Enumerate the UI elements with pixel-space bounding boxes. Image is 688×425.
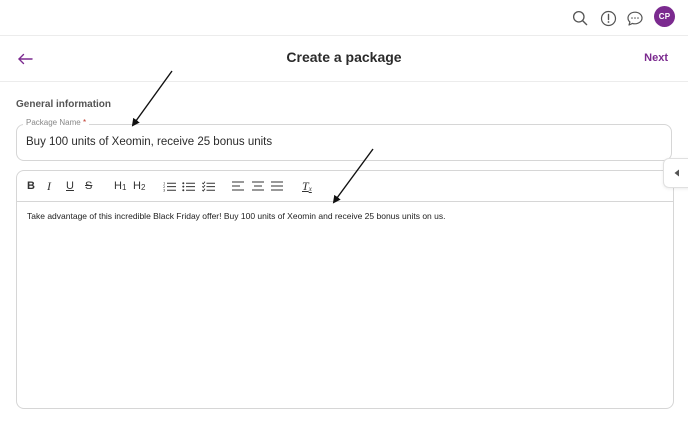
package-name-input[interactable]: Buy 100 units of Xeomin, receive 25 bonu…: [26, 136, 272, 148]
align-left-icon: [232, 181, 244, 191]
section-title: General information: [16, 99, 112, 110]
package-name-field[interactable]: Package Name * Buy 100 units of Xeomin, …: [16, 118, 672, 161]
side-panel-toggle[interactable]: [663, 158, 688, 188]
required-marker: *: [82, 118, 87, 127]
bold-button[interactable]: B: [27, 179, 35, 193]
alert-icon[interactable]: [598, 8, 618, 28]
next-button[interactable]: Next: [644, 52, 668, 64]
svg-text:3: 3: [163, 188, 165, 191]
page-title: Create a package: [286, 49, 402, 65]
editor-toolbar: B I U S H1 H2 123 Tx: [17, 171, 673, 202]
checklist-icon: [202, 180, 215, 192]
underline-button[interactable]: U: [66, 179, 74, 193]
description-editor[interactable]: B I U S H1 H2 123 Tx Take advantage of t…: [16, 170, 674, 409]
heading1-button[interactable]: H1: [114, 179, 126, 193]
editor-content[interactable]: Take advantage of this incredible Black …: [27, 211, 445, 221]
strikethrough-button[interactable]: S: [85, 179, 92, 193]
align-left-button[interactable]: [232, 179, 244, 193]
align-center-icon: [252, 181, 264, 191]
avatar[interactable]: CP: [654, 6, 675, 27]
bullet-list-button[interactable]: [182, 179, 195, 193]
search-icon[interactable]: [570, 8, 590, 28]
caret-left-icon: [674, 169, 679, 177]
ordered-list-icon: 123: [163, 181, 176, 192]
italic-button[interactable]: I: [47, 179, 51, 193]
package-name-label: Package Name *: [23, 118, 90, 127]
bullet-list-icon: [182, 181, 195, 191]
heading2-button[interactable]: H2: [133, 179, 145, 193]
ordered-list-button[interactable]: 123: [163, 179, 176, 193]
align-justify-button[interactable]: [271, 179, 283, 193]
align-center-button[interactable]: [252, 179, 264, 193]
top-bar: CP: [0, 0, 688, 36]
checklist-button[interactable]: [202, 179, 215, 193]
page-header: Create a package Next: [0, 36, 688, 82]
chat-icon[interactable]: [625, 8, 645, 28]
clear-format-button[interactable]: Tx: [302, 179, 312, 193]
avatar-initials: CP: [658, 12, 671, 21]
align-justify-icon: [271, 181, 283, 191]
